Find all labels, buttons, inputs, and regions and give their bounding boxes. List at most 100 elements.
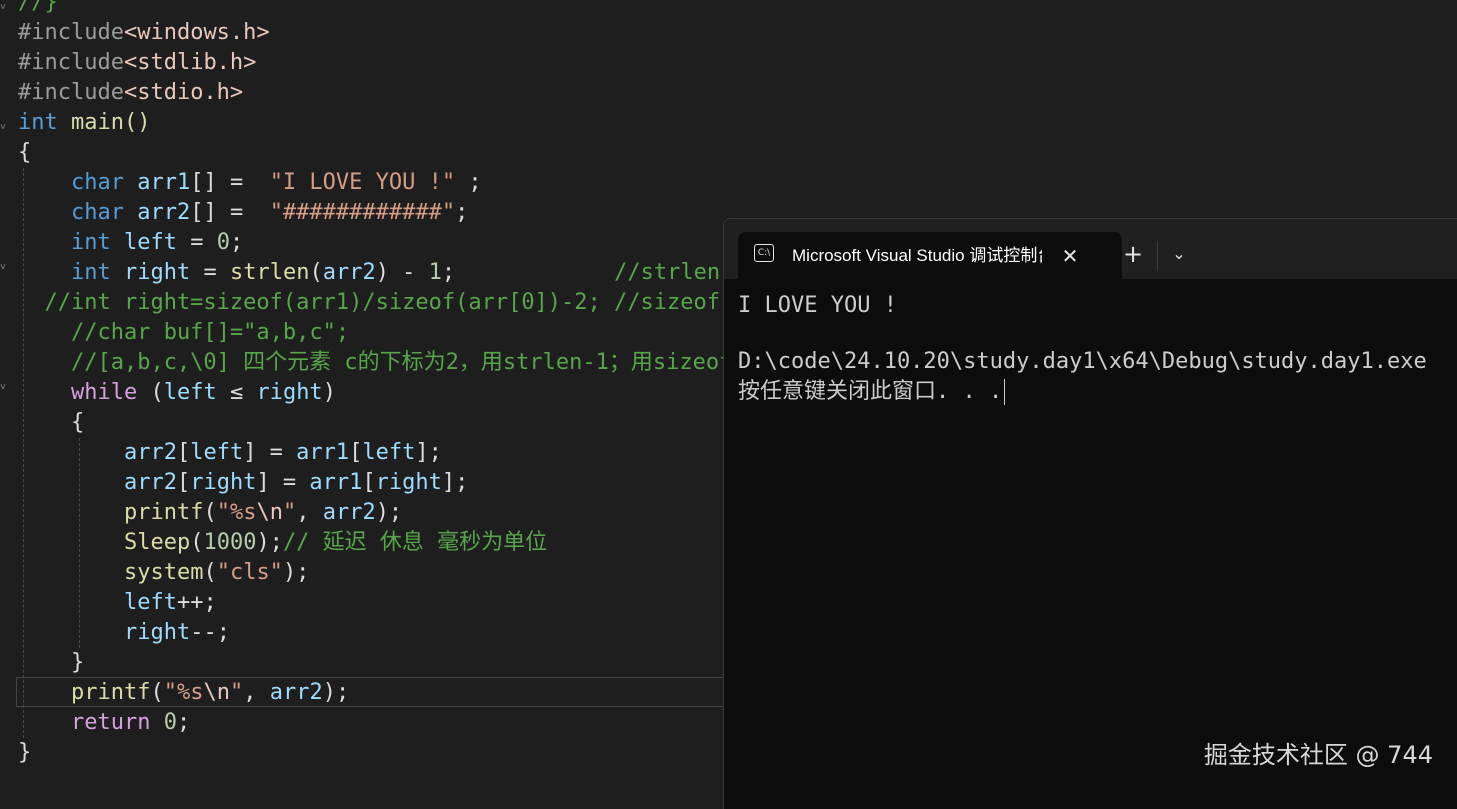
debug-console-window[interactable]: C:\ Microsoft Visual Studio 调试控制台 ✕ + ⌄ … (723, 218, 1457, 809)
code-line: arr2[left] = arr1[left]; (18, 438, 442, 468)
code-line: //int right=sizeof(arr1)/sizeof(arr[0])-… (18, 288, 720, 318)
code-token: "%s (216, 500, 257, 525)
code-token: { (18, 140, 32, 165)
code-token: ] = (243, 440, 297, 465)
code-line: left++; (18, 588, 217, 618)
code-token: ; (455, 200, 469, 225)
code-token: printf (123, 500, 204, 525)
code-token: \n (203, 680, 230, 705)
code-line: { (18, 138, 31, 168)
code-token: ( (309, 260, 323, 285)
code-token: <stdlib.h> (123, 50, 257, 75)
code-token: strlen (229, 260, 310, 285)
code-token: { (18, 410, 85, 435)
code-token: [ (176, 440, 191, 465)
fold-marker[interactable]: ˅ (0, 383, 6, 393)
code-line: { (18, 408, 84, 438)
code-line: #include<stdio.h> (18, 78, 243, 108)
code-token: right (375, 470, 442, 495)
code-token: arr2 (322, 260, 376, 285)
fold-marker[interactable]: ˅ (0, 123, 6, 133)
code-line: char arr2[] = "############"; (18, 198, 468, 228)
console-prompt-text: 按任意键关闭此窗口. . . (738, 379, 1003, 404)
code-line: Sleep(1000);// 延迟 休息 毫秒为单位 (18, 528, 547, 558)
code-token: " (229, 680, 244, 705)
console-output-prompt: 按任意键关闭此窗口. . . (738, 377, 1006, 407)
code-token: Sleep (123, 530, 191, 555)
code-line: int main() (18, 108, 150, 138)
code-token: ); (282, 560, 310, 585)
code-token: // 延迟 休息 毫秒为单位 (282, 530, 548, 555)
code-token: ( (190, 530, 204, 555)
tab-divider (1157, 241, 1158, 271)
close-icon[interactable]: ✕ (1056, 242, 1084, 270)
code-token: } (18, 650, 85, 675)
new-tab-button[interactable]: + (1118, 239, 1148, 269)
code-token: 1000 (203, 530, 257, 555)
code-token: printf (70, 680, 151, 705)
code-token: [] = (190, 200, 270, 225)
code-line: int left = 0; (18, 228, 243, 258)
code-line: #include<stdlib.h> (18, 48, 256, 78)
terminal-tab-title: Microsoft Visual Studio 调试控制台 (792, 246, 1042, 265)
code-token: ]; (415, 440, 442, 465)
code-line: while (left ≤ right) (18, 378, 336, 408)
code-token: left (123, 590, 177, 615)
code-token: [ (362, 470, 376, 495)
code-token: --; (190, 620, 230, 645)
fold-marker[interactable]: ˅ (0, 3, 6, 13)
code-line: //} (18, 0, 58, 18)
code-token: ); (256, 530, 283, 555)
code-token: left (190, 440, 244, 465)
code-token: [] = (190, 170, 270, 195)
code-token: 0 (163, 710, 177, 735)
code-token: = (176, 230, 217, 255)
text-cursor (1004, 379, 1006, 405)
code-token: int (18, 110, 58, 135)
code-token: ; (455, 170, 482, 195)
code-token: ( (203, 560, 217, 585)
chevron-down-icon[interactable]: ⌄ (1166, 239, 1192, 269)
code-line: //[a,b,c,\0] 四个元素 c的下标为2，用strlen-1；用size… (18, 348, 732, 378)
code-token: "cls" (216, 560, 283, 585)
code-token: ] = (256, 470, 310, 495)
code-token: while (70, 380, 138, 405)
code-token: = (190, 260, 230, 285)
terminal-tab[interactable]: C:\ Microsoft Visual Studio 调试控制台 ✕ (738, 232, 1122, 279)
code-token: ( (150, 680, 164, 705)
code-token: //strlen (614, 260, 721, 285)
code-token: arr1 (296, 440, 350, 465)
code-line: //char buf[]="a,b,c"; (18, 318, 349, 348)
code-token: char (70, 200, 124, 225)
code-token: ; (229, 230, 244, 255)
code-token: 0 (216, 230, 230, 255)
code-token: } (18, 740, 32, 765)
code-token: #include (18, 20, 124, 45)
code-token: ; (441, 260, 615, 285)
code-line: } (18, 738, 31, 768)
code-line: right--; (18, 618, 230, 648)
fold-marker[interactable]: ˅ (0, 263, 6, 273)
code-token: int (70, 260, 111, 285)
code-token: //} (18, 0, 58, 15)
code-token: main() (57, 110, 151, 135)
code-token: arr1 (309, 470, 363, 495)
code-line: printf("%s\n", arr2); (18, 678, 349, 708)
code-token: arr2 (322, 500, 376, 525)
code-line: printf("%s\n", arr2); (18, 498, 402, 528)
code-token: , (296, 500, 323, 525)
code-token: ]; (441, 470, 469, 495)
code-token: left (110, 230, 177, 255)
code-token: right (190, 470, 257, 495)
code-token: right (123, 620, 191, 645)
code-token: arr2 (269, 680, 323, 705)
